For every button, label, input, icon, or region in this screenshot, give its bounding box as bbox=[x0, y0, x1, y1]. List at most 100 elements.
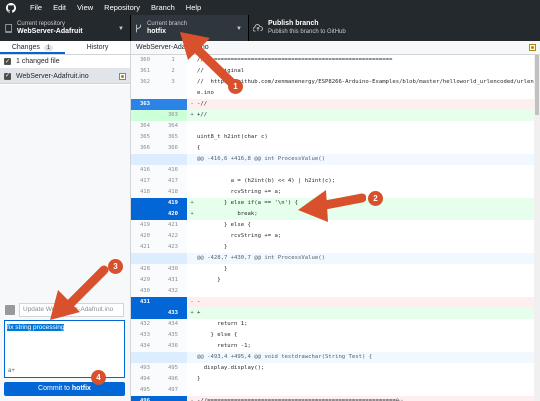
context-line[interactable]: 434 436 return -1; bbox=[131, 341, 534, 352]
context-line[interactable]: 364 364 bbox=[131, 121, 534, 132]
context-line[interactable]: 433 435 } else { bbox=[131, 330, 534, 341]
deleted-line[interactable]: 496 - -//=================================… bbox=[131, 396, 534, 401]
hunk-header[interactable]: @@ -493,4 +495,4 @@ void testdrawchar(St… bbox=[131, 352, 534, 363]
old-line-number[interactable]: 362 bbox=[131, 77, 159, 88]
old-line-number[interactable] bbox=[131, 154, 159, 165]
select-all-row[interactable]: ✓ 1 changed file bbox=[0, 55, 130, 69]
new-line-number[interactable]: 366 bbox=[159, 143, 187, 154]
new-line-number[interactable] bbox=[159, 253, 187, 264]
old-line-number[interactable] bbox=[131, 198, 159, 209]
context-line[interactable]: 494 496} bbox=[131, 374, 534, 385]
context-line[interactable]: 416 416 bbox=[131, 165, 534, 176]
current-repository-button[interactable]: Current repository WebServer-Adafruit ▼ bbox=[0, 15, 131, 41]
changed-file-item[interactable]: ✓ WebServer-Adafruit.ino bbox=[0, 69, 130, 84]
added-line[interactable]: 433 + + bbox=[131, 308, 534, 319]
new-line-number[interactable]: 497 bbox=[159, 385, 187, 396]
new-line-number[interactable]: 432 bbox=[159, 286, 187, 297]
scrollbar-thumb[interactable] bbox=[535, 55, 539, 115]
tab-changes[interactable]: Changes 1 bbox=[0, 41, 65, 54]
old-line-number[interactable] bbox=[131, 253, 159, 264]
old-line-number[interactable] bbox=[131, 110, 159, 121]
co-author-icon[interactable]: a+ bbox=[8, 368, 15, 374]
new-line-number[interactable] bbox=[159, 154, 187, 165]
context-line[interactable]: 366 366 { bbox=[131, 143, 534, 154]
menu-view[interactable]: View bbox=[77, 3, 93, 12]
new-line-number[interactable]: 416 bbox=[159, 165, 187, 176]
new-line-number[interactable]: 433 bbox=[159, 308, 187, 319]
menu-repository[interactable]: Repository bbox=[104, 3, 140, 12]
context-line[interactable]: 428 430 } bbox=[131, 264, 534, 275]
new-line-number[interactable]: 364 bbox=[159, 121, 187, 132]
old-line-number[interactable]: 494 bbox=[131, 374, 159, 385]
old-line-number[interactable]: 432 bbox=[131, 319, 159, 330]
new-line-number[interactable]: 436 bbox=[159, 341, 187, 352]
new-line-number[interactable] bbox=[159, 99, 187, 110]
new-line-number[interactable]: 363 bbox=[159, 110, 187, 121]
menu-help[interactable]: Help bbox=[186, 3, 201, 12]
new-line-number[interactable]: 423 bbox=[159, 242, 187, 253]
menu-branch[interactable]: Branch bbox=[151, 3, 175, 12]
old-line-number[interactable]: 493 bbox=[131, 363, 159, 374]
hunk-header[interactable]: @@ -428,7 +430,7 @@ int ProcessValue() bbox=[131, 253, 534, 264]
context-line[interactable]: 420 422 rcvString += a; bbox=[131, 231, 534, 242]
old-line-number[interactable]: 420 bbox=[131, 231, 159, 242]
new-line-number[interactable]: 496 bbox=[159, 374, 187, 385]
new-line-number[interactable] bbox=[159, 352, 187, 363]
deleted-line[interactable]: 363 - -// bbox=[131, 99, 534, 110]
menu-file[interactable]: File bbox=[30, 3, 42, 12]
old-line-number[interactable]: 433 bbox=[131, 330, 159, 341]
old-line-number[interactable]: 365 bbox=[131, 132, 159, 143]
old-line-number[interactable]: 416 bbox=[131, 165, 159, 176]
context-line[interactable]: 430 432 bbox=[131, 286, 534, 297]
old-line-number[interactable] bbox=[131, 308, 159, 319]
old-line-number[interactable]: 430 bbox=[131, 286, 159, 297]
file-checkbox[interactable]: ✓ bbox=[4, 72, 11, 80]
old-line-number[interactable] bbox=[131, 209, 159, 220]
new-line-number[interactable]: 421 bbox=[159, 220, 187, 231]
new-line-number[interactable]: 365 bbox=[159, 132, 187, 143]
old-line-number[interactable]: 496 bbox=[131, 396, 159, 401]
new-line-number[interactable]: 435 bbox=[159, 330, 187, 341]
old-line-number[interactable]: 360 bbox=[131, 55, 159, 66]
old-line-number[interactable]: 434 bbox=[131, 341, 159, 352]
added-line[interactable]: 363 + +// bbox=[131, 110, 534, 121]
scrollbar[interactable] bbox=[534, 55, 540, 401]
context-line[interactable]: 421 423 } bbox=[131, 242, 534, 253]
new-line-number[interactable]: 420 bbox=[159, 209, 187, 220]
old-line-number[interactable]: 418 bbox=[131, 187, 159, 198]
commit-description-input[interactable]: fix string processing a+ bbox=[4, 320, 125, 378]
old-line-number[interactable]: 421 bbox=[131, 242, 159, 253]
old-line-number[interactable]: 495 bbox=[131, 385, 159, 396]
new-line-number[interactable]: 419 bbox=[159, 198, 187, 209]
new-line-number[interactable] bbox=[159, 297, 187, 308]
new-line-number[interactable]: 431 bbox=[159, 275, 187, 286]
context-line[interactable]: 432 434 return 1; bbox=[131, 319, 534, 330]
context-line[interactable]: 495 497 bbox=[131, 385, 534, 396]
old-line-number[interactable]: 417 bbox=[131, 176, 159, 187]
old-line-number[interactable]: 429 bbox=[131, 275, 159, 286]
new-line-number[interactable] bbox=[159, 396, 187, 401]
old-line-number[interactable] bbox=[131, 352, 159, 363]
deleted-line[interactable]: 431 - - bbox=[131, 297, 534, 308]
old-line-number[interactable]: 366 bbox=[131, 143, 159, 154]
context-line[interactable]: 429 431 } bbox=[131, 275, 534, 286]
old-line-number[interactable]: 431 bbox=[131, 297, 159, 308]
publish-branch-button[interactable]: Publish branch Publish this branch to Gi… bbox=[249, 15, 429, 41]
new-line-number[interactable]: 417 bbox=[159, 176, 187, 187]
hunk-header[interactable]: @@ -416,6 +416,8 @@ int ProcessValue() bbox=[131, 154, 534, 165]
context-line[interactable]: 493 495 display.display(); bbox=[131, 363, 534, 374]
commit-button[interactable]: Commit to hotfix bbox=[4, 382, 125, 396]
old-line-number[interactable]: 363 bbox=[131, 99, 159, 110]
new-line-number[interactable]: 418 bbox=[159, 187, 187, 198]
tab-history[interactable]: History bbox=[65, 41, 130, 54]
new-line-number[interactable]: 422 bbox=[159, 231, 187, 242]
select-all-checkbox[interactable]: ✓ bbox=[4, 58, 11, 65]
old-line-number[interactable]: 361 bbox=[131, 66, 159, 77]
new-line-number[interactable]: 434 bbox=[159, 319, 187, 330]
old-line-number[interactable]: 428 bbox=[131, 264, 159, 275]
new-line-number[interactable]: 430 bbox=[159, 264, 187, 275]
new-line-number[interactable]: 495 bbox=[159, 363, 187, 374]
old-line-number[interactable] bbox=[131, 88, 159, 99]
old-line-number[interactable]: 364 bbox=[131, 121, 159, 132]
old-line-number[interactable]: 419 bbox=[131, 220, 159, 231]
